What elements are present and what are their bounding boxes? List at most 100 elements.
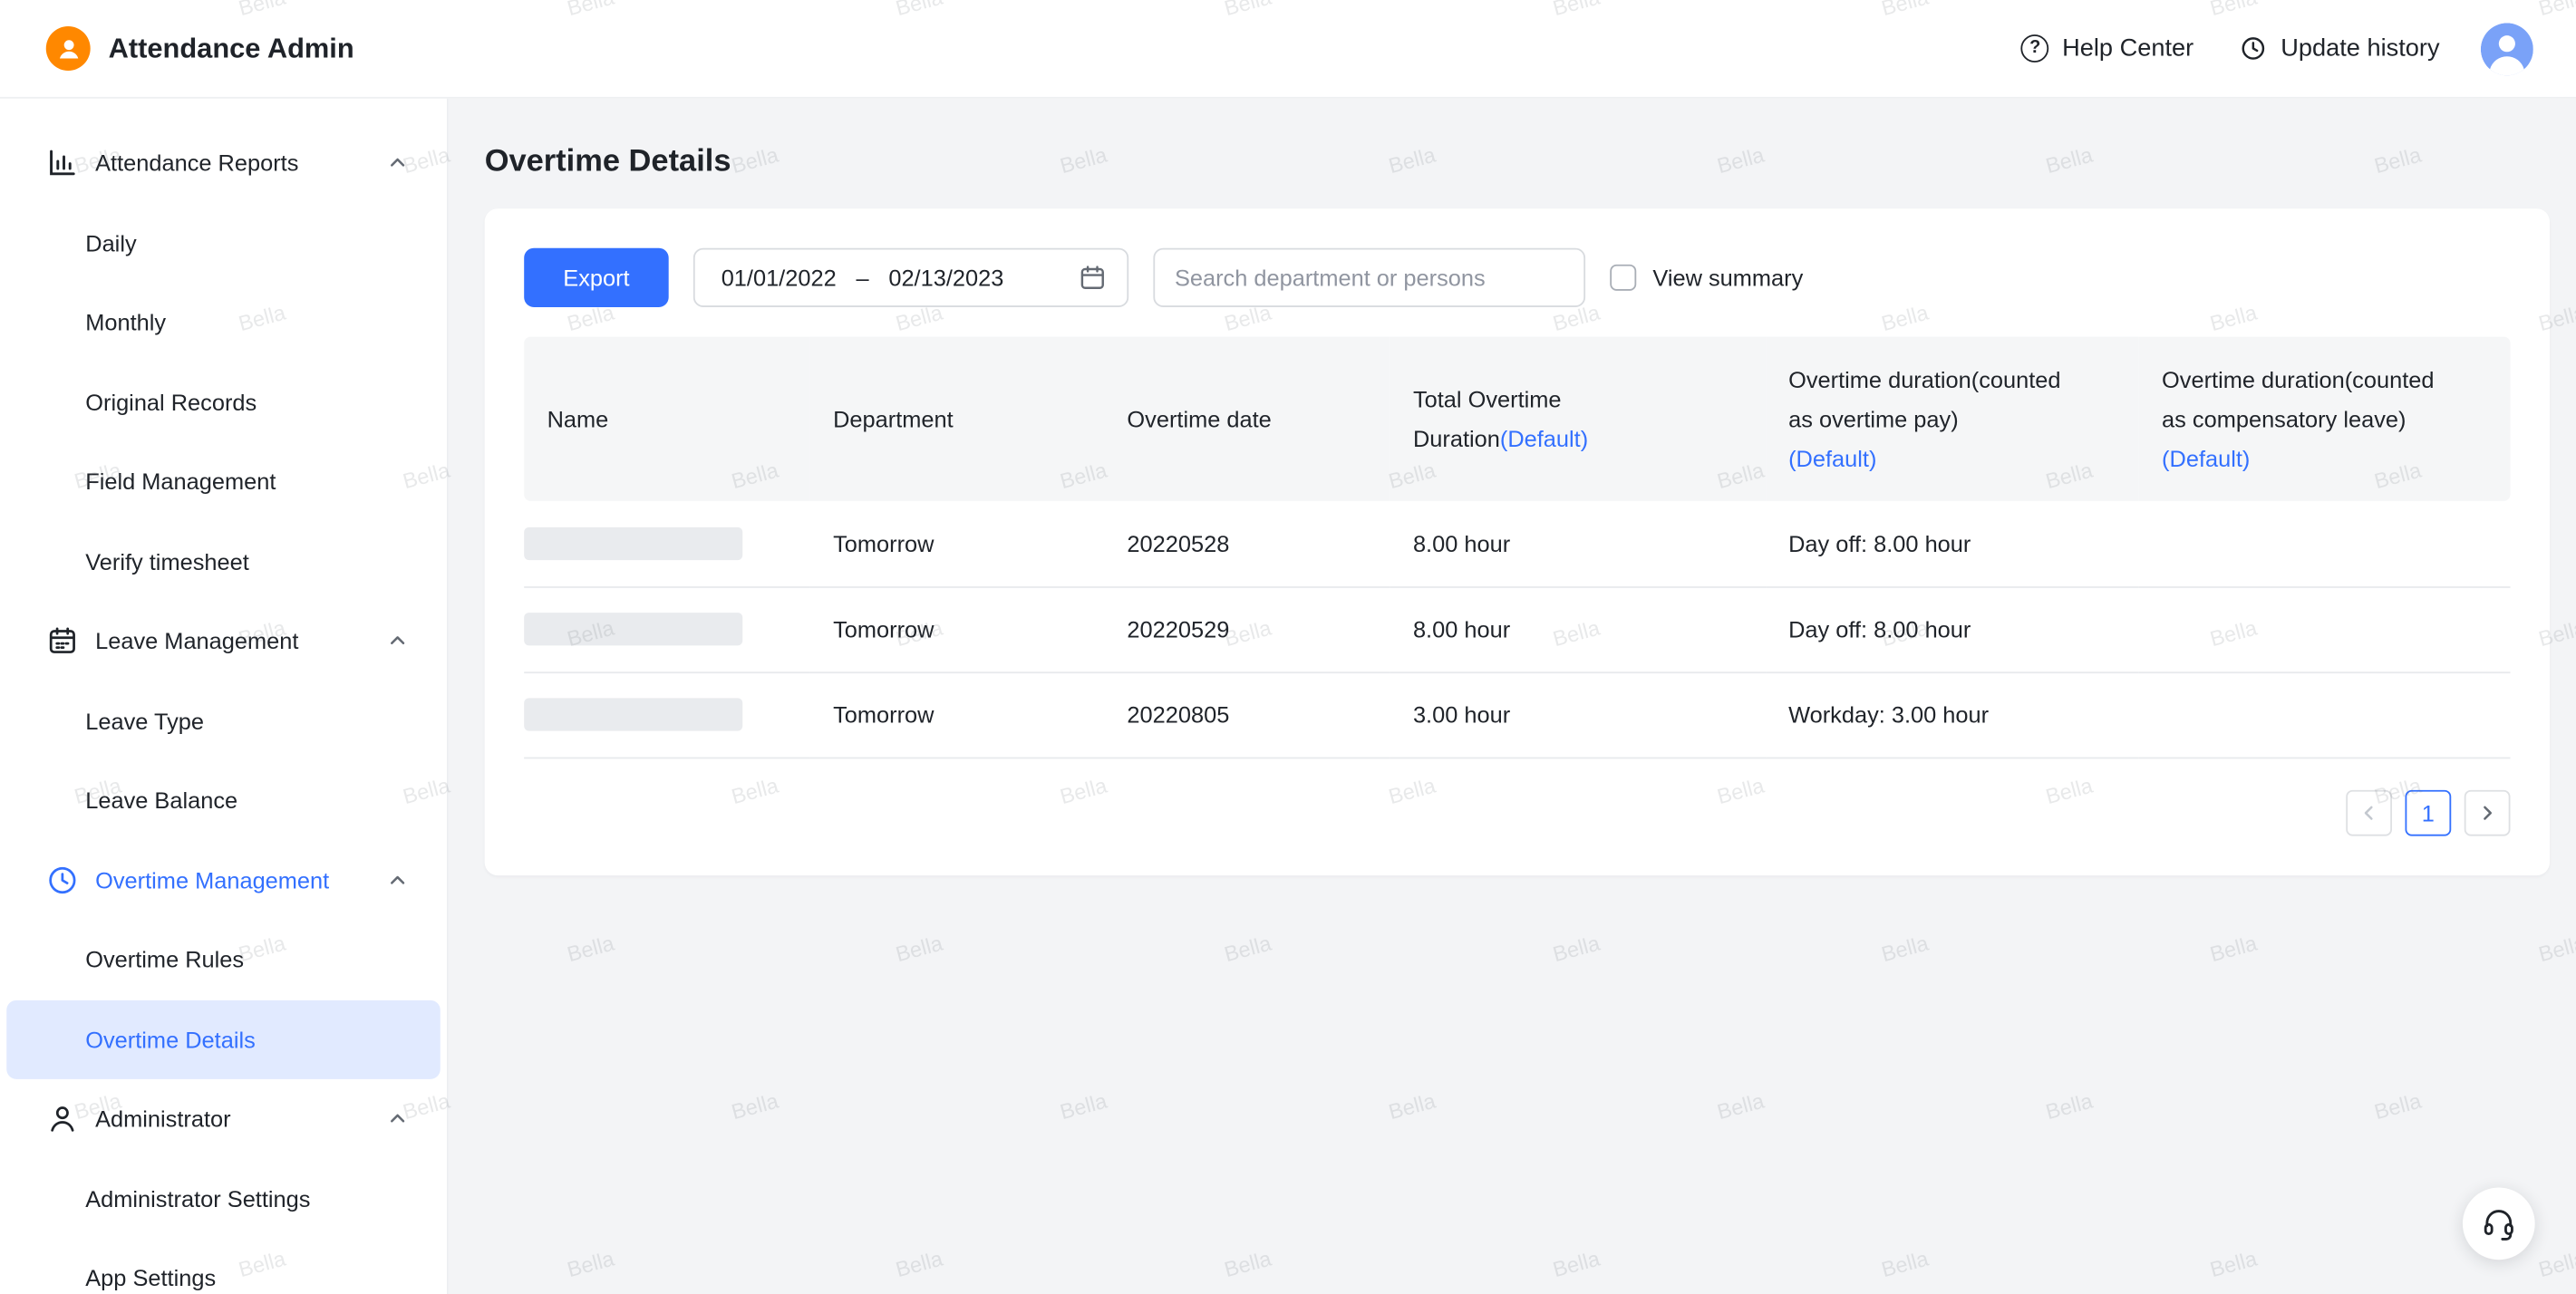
sidebar-nav: Attendance Reports DailyMonthlyOriginal R… — [0, 123, 447, 1294]
header-left: Attendance Admin — [46, 26, 354, 71]
sidebar: Attendance Reports DailyMonthlyOriginal R… — [0, 99, 449, 1294]
cell-department: Tomorrow — [810, 586, 1104, 671]
sidebar-item-daily[interactable]: Daily — [6, 203, 441, 283]
app-title: Attendance Admin — [109, 32, 354, 64]
chevron-up-icon — [388, 153, 408, 173]
cell-name — [524, 501, 810, 586]
cell-name — [524, 671, 810, 757]
cell-department: Tomorrow — [810, 671, 1104, 757]
search-input[interactable] — [1153, 248, 1585, 307]
view-summary-label: View summary — [1652, 265, 1803, 291]
help-center-link[interactable]: ? Help Center — [2021, 34, 2193, 63]
sidebar-item-monthly[interactable]: Monthly — [6, 283, 441, 362]
page-number-button[interactable]: 1 — [2406, 789, 2452, 835]
cell-name — [524, 586, 810, 671]
date-separator: – — [856, 265, 868, 291]
redacted-name — [524, 698, 742, 730]
support-fab[interactable] — [2463, 1187, 2535, 1260]
sidebar-item-administrator-settings[interactable]: Administrator Settings — [6, 1159, 441, 1239]
clock-icon — [46, 864, 79, 896]
column-header-compensatory-leave: Overtime duration(countedas compensatory… — [2139, 337, 2511, 501]
table-row: Tomorrow202205288.00 hourDay off: 8.00 h… — [524, 501, 2510, 586]
app-logo-icon — [46, 26, 91, 71]
history-clock-icon — [2240, 34, 2268, 63]
table-row: Tomorrow202205298.00 hourDay off: 8.00 h… — [524, 586, 2510, 671]
calendar-icon — [1078, 263, 1108, 293]
sidebar-section-label: Overtime Management — [95, 867, 388, 893]
chevron-up-icon — [388, 1109, 408, 1129]
person-icon — [46, 1103, 79, 1135]
cell-overtime-pay: Workday: 3.00 hour — [1766, 671, 2139, 757]
sidebar-item-original-records[interactable]: Original Records — [6, 362, 441, 442]
sidebar-section-attendance-reports[interactable]: Attendance Reports — [0, 123, 447, 203]
sidebar-section-label: Administrator — [95, 1106, 388, 1132]
redacted-name — [524, 526, 742, 559]
user-avatar[interactable] — [2481, 22, 2533, 74]
app-root: Attendance Admin ? Help Center Update hi… — [0, 0, 2576, 1294]
top-header: Attendance Admin ? Help Center Update hi… — [0, 0, 2576, 99]
cell-overtime-date: 20220805 — [1104, 671, 1390, 757]
overtime-table: NameDepartmentOvertime dateTotal Overtim… — [524, 337, 2510, 758]
person-icon — [55, 35, 82, 62]
sidebar-item-overtime-details[interactable]: Overtime Details — [6, 999, 441, 1079]
table-row: Tomorrow202208053.00 hourWorkday: 3.00 h… — [524, 671, 2510, 757]
pagination: 1 — [524, 789, 2510, 835]
page-title: Overtime Details — [485, 145, 2550, 181]
column-header-total-duration: Total OvertimeDuration(Default) — [1390, 337, 1766, 501]
sidebar-section-label: Leave Management — [95, 628, 388, 654]
main-content: Overtime Details Export 01/01/2022 – 02/… — [449, 99, 2576, 1294]
date-start: 01/01/2022 — [721, 265, 837, 291]
headset-icon — [2481, 1205, 2517, 1241]
cell-overtime-pay: Day off: 8.00 hour — [1766, 501, 2139, 586]
chevron-left-icon — [2359, 802, 2379, 822]
header-right: ? Help Center Update history — [1975, 22, 2533, 74]
page-body: Attendance Reports DailyMonthlyOriginal R… — [0, 99, 2576, 1294]
sidebar-section-administrator[interactable]: Administrator — [0, 1079, 447, 1159]
sidebar-item-verify-timesheet[interactable]: Verify timesheet — [6, 521, 441, 601]
cell-overtime-pay: Day off: 8.00 hour — [1766, 586, 2139, 671]
cell-compensatory-leave — [2139, 586, 2511, 671]
update-history-label: Update history — [2281, 34, 2439, 63]
cell-department: Tomorrow — [810, 501, 1104, 586]
avatar-person-icon — [2481, 22, 2533, 74]
cell-overtime-date: 20220529 — [1104, 586, 1390, 671]
sidebar-item-leave-type[interactable]: Leave Type — [6, 681, 441, 760]
help-center-label: Help Center — [2062, 34, 2193, 63]
view-summary-control[interactable]: View summary — [1610, 265, 1803, 291]
export-button[interactable]: Export — [524, 248, 669, 307]
next-page-button[interactable] — [2465, 789, 2511, 835]
view-summary-checkbox[interactable] — [1610, 265, 1636, 291]
cell-compensatory-leave — [2139, 671, 2511, 757]
help-icon: ? — [2021, 34, 2049, 63]
sidebar-item-app-settings[interactable]: App Settings — [6, 1239, 441, 1294]
date-end: 02/13/2023 — [888, 265, 1003, 291]
column-header-overtime-date: Overtime date — [1104, 337, 1390, 501]
sidebar-item-field-management[interactable]: Field Management — [6, 442, 441, 522]
bar-chart-icon — [46, 147, 79, 179]
sidebar-section-label: Attendance Reports — [95, 150, 388, 176]
sidebar-section-overtime-management[interactable]: Overtime Management — [0, 840, 447, 920]
chevron-up-icon — [388, 631, 408, 651]
column-header-overtime-pay: Overtime duration(countedas overtime pay… — [1766, 337, 2139, 501]
column-header-department: Department — [810, 337, 1104, 501]
date-range-picker[interactable]: 01/01/2022 – 02/13/2023 — [693, 248, 1128, 307]
cell-compensatory-leave — [2139, 501, 2511, 586]
prev-page-button[interactable] — [2346, 789, 2392, 835]
cell-total-duration: 8.00 hour — [1390, 501, 1766, 586]
toolbar: Export 01/01/2022 – 02/13/2023 — [524, 248, 2510, 307]
chevron-up-icon — [388, 870, 408, 890]
cell-total-duration: 3.00 hour — [1390, 671, 1766, 757]
sidebar-item-overtime-rules[interactable]: Overtime Rules — [6, 920, 441, 999]
sidebar-section-leave-management[interactable]: Leave Management — [0, 601, 447, 681]
redacted-name — [524, 613, 742, 645]
cell-overtime-date: 20220528 — [1104, 501, 1390, 586]
content-card: Export 01/01/2022 – 02/13/2023 — [485, 208, 2550, 874]
calendar-icon — [46, 624, 79, 657]
sidebar-item-leave-balance[interactable]: Leave Balance — [6, 760, 441, 840]
table-header-row: NameDepartmentOvertime dateTotal Overtim… — [524, 337, 2510, 501]
update-history-link[interactable]: Update history — [2240, 34, 2440, 63]
table-body: Tomorrow202205288.00 hourDay off: 8.00 h… — [524, 501, 2510, 758]
column-header-name: Name — [524, 337, 810, 501]
chevron-right-icon — [2477, 802, 2497, 822]
cell-total-duration: 8.00 hour — [1390, 586, 1766, 671]
